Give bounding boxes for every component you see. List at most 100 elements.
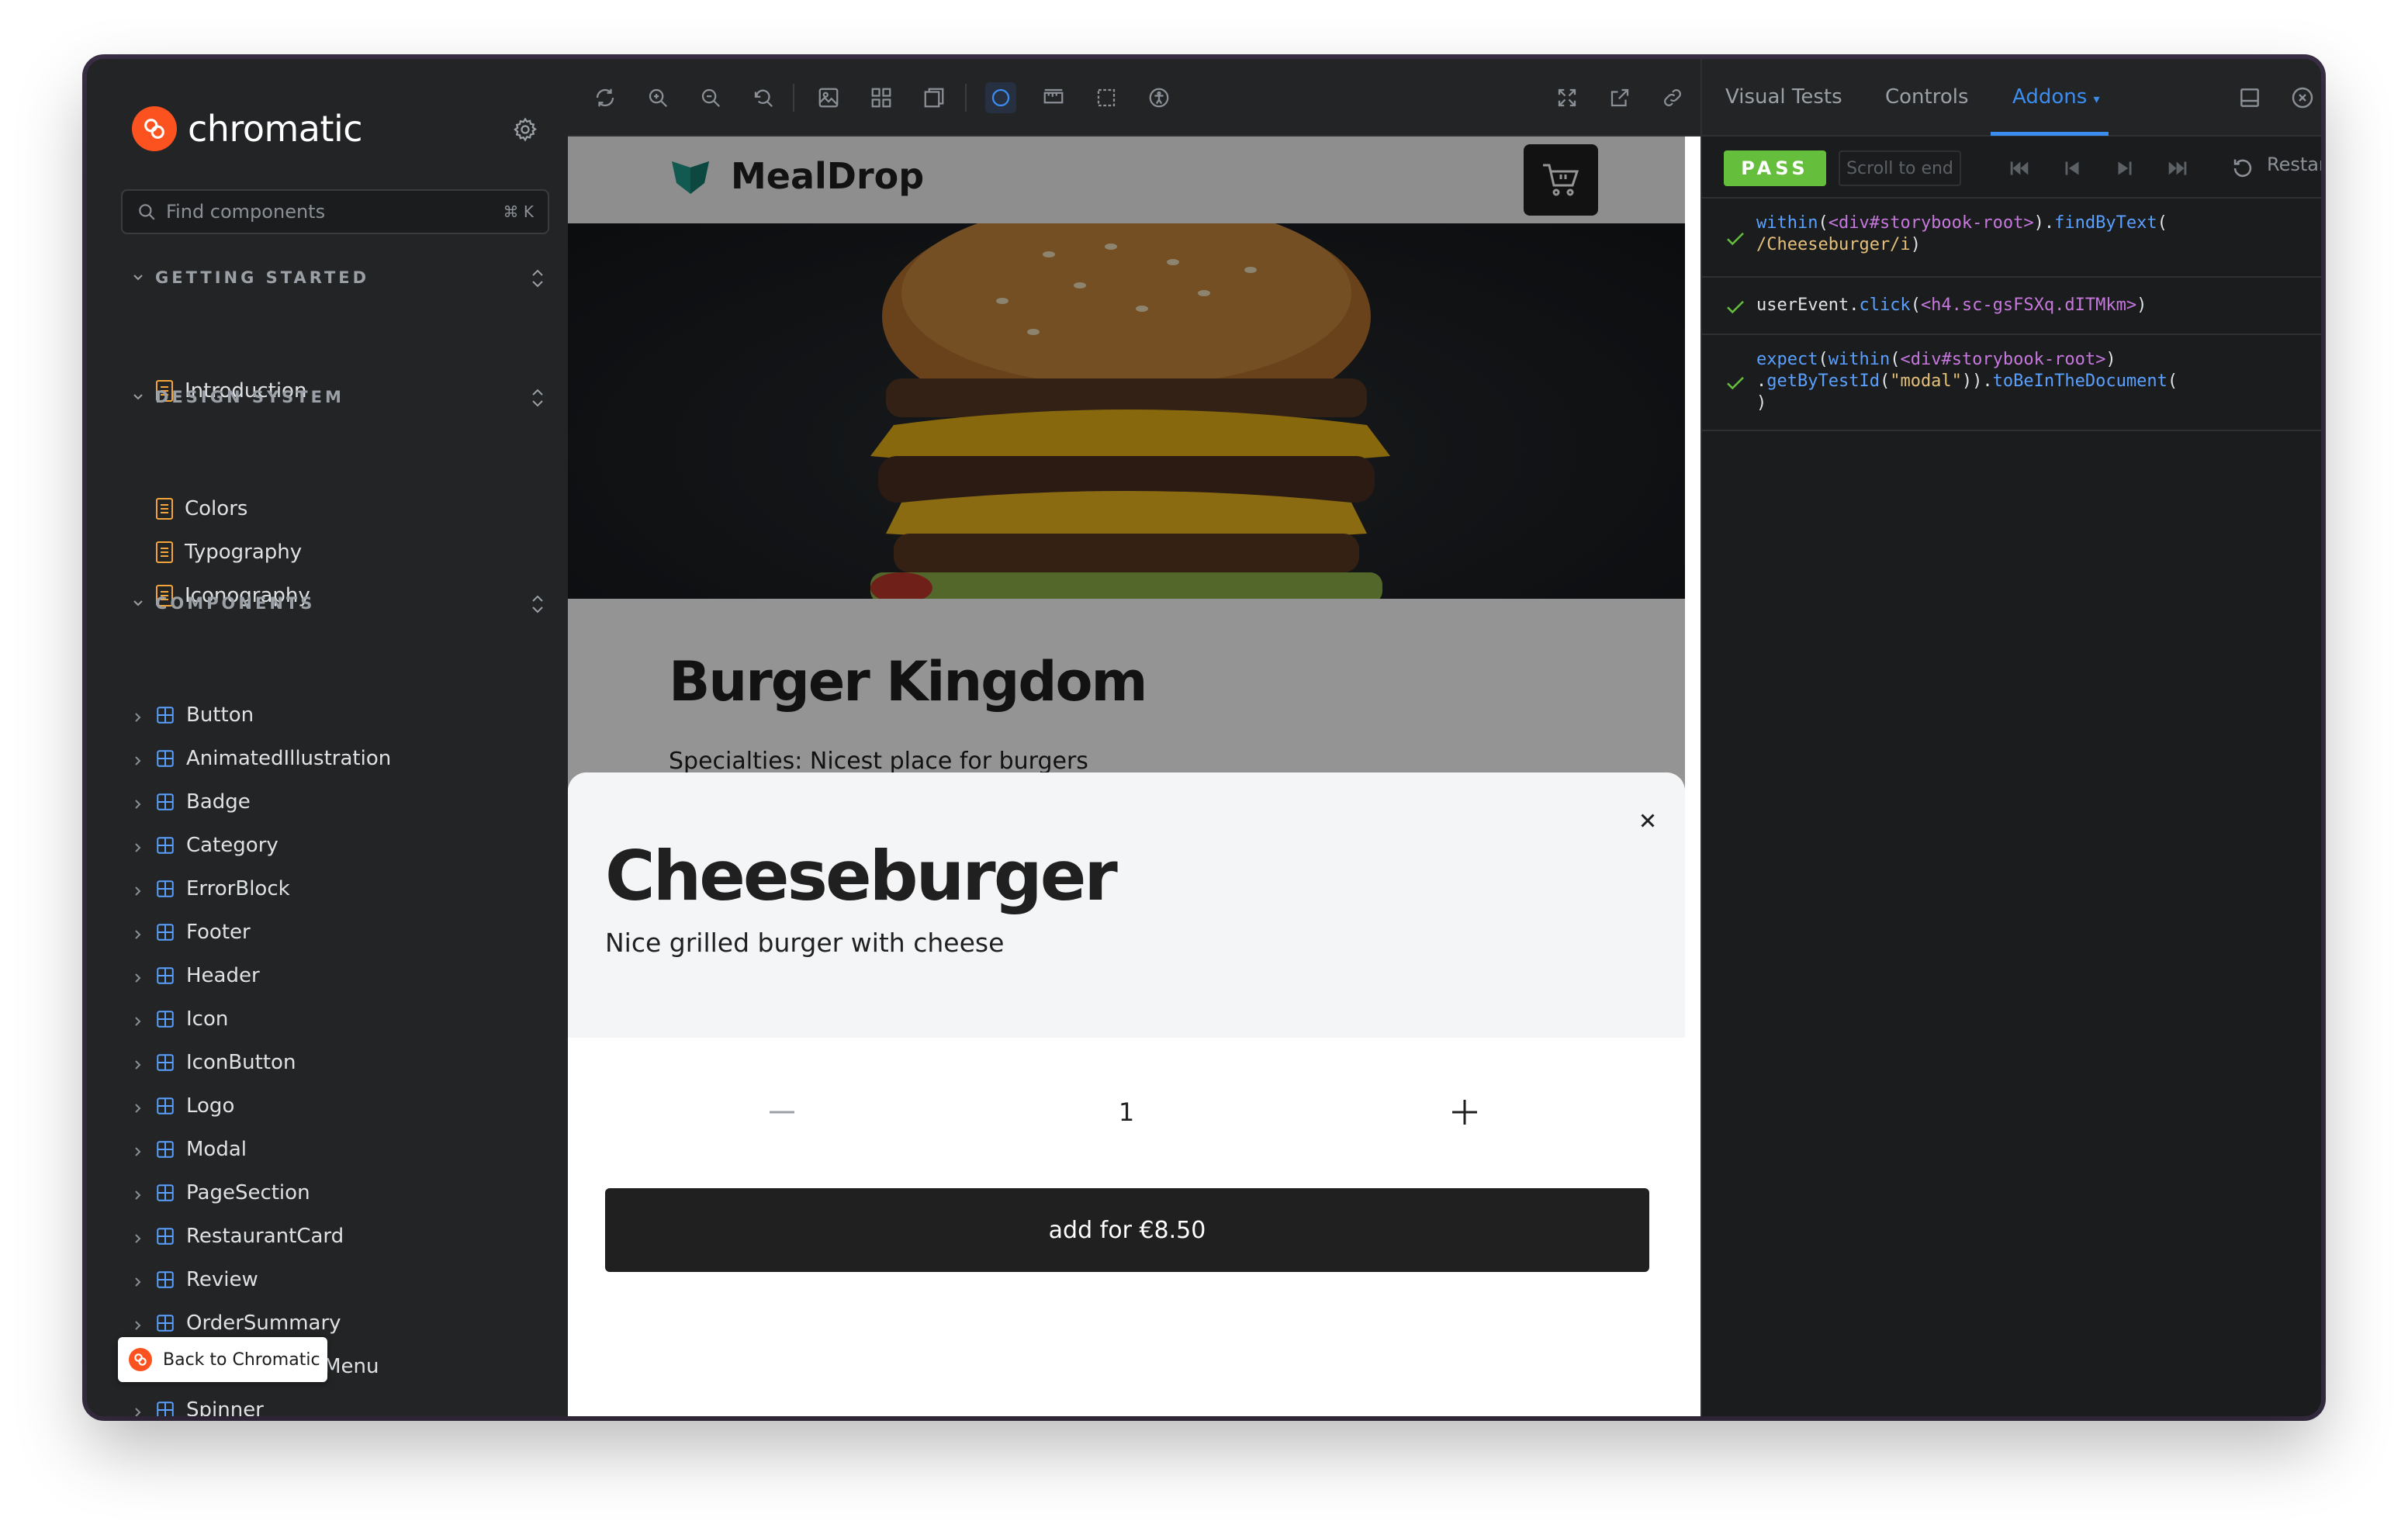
sidebar-item-category[interactable]: Category (130, 827, 549, 864)
decrease-quantity-button[interactable] (760, 1090, 804, 1134)
chromatic-logo-icon (129, 1348, 152, 1371)
expand-collapse-icon[interactable] (526, 385, 549, 411)
restart-icon[interactable] (2230, 155, 2256, 181)
close-icon[interactable] (1634, 807, 1662, 835)
ruler-icon[interactable] (1038, 82, 1069, 113)
expand-collapse-icon[interactable] (526, 591, 549, 617)
add-to-cart-button[interactable]: add for €8.50 (605, 1188, 1649, 1272)
status-badge: PASS (1724, 150, 1826, 186)
caret-down-icon: ▾ (2093, 92, 2100, 106)
sidebar-item-label: RestaurantCard (186, 1225, 344, 1248)
chevron-right-icon (130, 1011, 146, 1027)
zoom-out-icon[interactable] (695, 82, 726, 113)
chevron-down-icon (130, 596, 146, 611)
panel-layout-icon[interactable] (2237, 85, 2262, 110)
section-design-system[interactable]: DESIGN SYSTEM (130, 382, 549, 413)
chevron-right-icon (130, 707, 146, 723)
sidebar-item-label: AnimatedIllustration (186, 747, 392, 770)
accessibility-icon[interactable] (1143, 82, 1175, 113)
restart-label[interactable]: Restart (2267, 154, 2321, 175)
outline-circle-icon[interactable] (985, 82, 1016, 113)
sidebar-item-footer[interactable]: Footer (130, 914, 549, 951)
component-icon (155, 792, 175, 812)
close-panel-icon[interactable] (2290, 85, 2315, 110)
step-forward-icon[interactable] (2112, 155, 2138, 181)
chevron-right-icon (130, 1229, 146, 1244)
brand[interactable]: chromatic (132, 105, 363, 152)
copy-link-icon[interactable] (1657, 82, 1688, 113)
sidebar-item-label: Modal (186, 1138, 247, 1161)
sidebar-item-header[interactable]: Header (130, 957, 549, 994)
sidebar-item-animatedillustration[interactable]: AnimatedIllustration (130, 740, 549, 777)
expand-collapse-icon[interactable] (526, 265, 549, 292)
check-icon (1724, 371, 1747, 394)
section-title: DESIGN SYSTEM (155, 388, 344, 406)
zoom-in-icon[interactable] (642, 82, 673, 113)
component-icon (155, 1052, 175, 1073)
interaction-step[interactable]: within(<div#storybook-root>).findByText(… (1702, 200, 2321, 278)
storybook-window: chromatic ⌘ K GETTING STARTED Introducti… (87, 59, 2321, 1416)
component-icon (155, 1183, 175, 1203)
component-icon (155, 1226, 175, 1246)
chevron-right-icon (130, 751, 146, 766)
reload-icon[interactable] (590, 82, 621, 113)
interaction-step[interactable]: userEvent.click(<h4.sc-gsFSXq.dITMkm>) (1702, 278, 2321, 335)
brand-name: chromatic (188, 108, 363, 150)
sidebar-item-spinner[interactable]: Spinner (130, 1391, 549, 1416)
addons-panel: Visual Tests Controls Addons ▾ PASS Scro… (1700, 59, 2321, 1416)
interaction-step[interactable]: expect(within(<div#storybook-root>) .get… (1702, 335, 2321, 431)
scroll-to-end-button[interactable]: Scroll to end (1839, 150, 1961, 186)
chevron-right-icon (130, 1098, 146, 1114)
sidebar-item-icon[interactable]: Icon (130, 1001, 549, 1038)
step-back-icon[interactable] (2059, 155, 2085, 181)
component-icon (155, 1313, 175, 1333)
sidebar-item-colors[interactable]: Colors (130, 490, 549, 527)
sidebar-item-review[interactable]: Review (130, 1261, 549, 1298)
sidebar-item-iconbutton[interactable]: IconButton (130, 1044, 549, 1081)
step-code: within(<div#storybook-root>).findByText(… (1756, 213, 2168, 254)
viewport-icon[interactable] (919, 82, 950, 113)
search-box[interactable]: ⌘ K (121, 189, 549, 234)
zoom-reset-icon[interactable] (748, 82, 779, 113)
measure-icon[interactable] (1091, 82, 1122, 113)
component-icon (155, 966, 175, 986)
grid-icon[interactable] (866, 82, 897, 113)
sidebar-item-label: Category (186, 834, 279, 857)
sidebar-item-ordersummary[interactable]: OrderSummary (130, 1305, 549, 1342)
sidebar-item-typography[interactable]: Typography (130, 534, 549, 571)
tab-controls[interactable]: Controls (1885, 85, 1969, 109)
sidebar-item-button[interactable]: Button (130, 696, 549, 734)
open-new-tab-icon[interactable] (1604, 82, 1635, 113)
chevron-right-icon (130, 1402, 146, 1416)
sidebar-item-label: Spinner (186, 1398, 264, 1416)
sidebar-item-label: Typography (185, 541, 303, 564)
increase-quantity-button[interactable] (1443, 1090, 1486, 1134)
settings-gear-icon[interactable] (512, 116, 538, 143)
skip-to-end-icon[interactable] (2164, 155, 2191, 181)
check-icon (1724, 226, 1747, 250)
sidebar-item-errorblock[interactable]: ErrorBlock (130, 870, 549, 907)
fullscreen-icon[interactable] (1552, 82, 1583, 113)
back-to-chromatic-button[interactable]: Back to Chromatic (118, 1337, 327, 1382)
food-item-modal: Cheeseburger Nice grilled burger with ch… (568, 772, 1685, 1416)
chevron-right-icon (130, 1142, 146, 1157)
back-button-label: Back to Chromatic (163, 1350, 320, 1370)
search-input[interactable] (166, 201, 503, 223)
sidebar-item-pagesection[interactable]: PageSection (130, 1174, 549, 1211)
sidebar-item-modal[interactable]: Modal (130, 1131, 549, 1168)
sidebar-item-restaurantcard[interactable]: RestaurantCard (130, 1218, 549, 1255)
section-getting-started[interactable]: GETTING STARTED (130, 262, 549, 293)
rewind-to-start-icon[interactable] (2006, 155, 2033, 181)
interactions-toolbar: PASS Scroll to end Restart (1702, 137, 2321, 199)
tab-visual-tests[interactable]: Visual Tests (1725, 85, 1842, 109)
sidebar-item-label: Badge (186, 790, 251, 814)
sidebar: chromatic ⌘ K GETTING STARTED Introducti… (87, 59, 568, 1416)
sidebar-item-badge[interactable]: Badge (130, 783, 549, 821)
sidebar-item-logo[interactable]: Logo (130, 1087, 549, 1125)
modal-title: Cheeseburger (605, 836, 1118, 916)
section-components[interactable]: COMPONENTS (130, 588, 549, 619)
background-image-icon[interactable] (813, 82, 844, 113)
chevron-right-icon (130, 1272, 146, 1287)
tab-addons[interactable]: Addons ▾ (2012, 85, 2100, 109)
addon-tabs: Visual Tests Controls Addons ▾ (1702, 59, 2321, 137)
